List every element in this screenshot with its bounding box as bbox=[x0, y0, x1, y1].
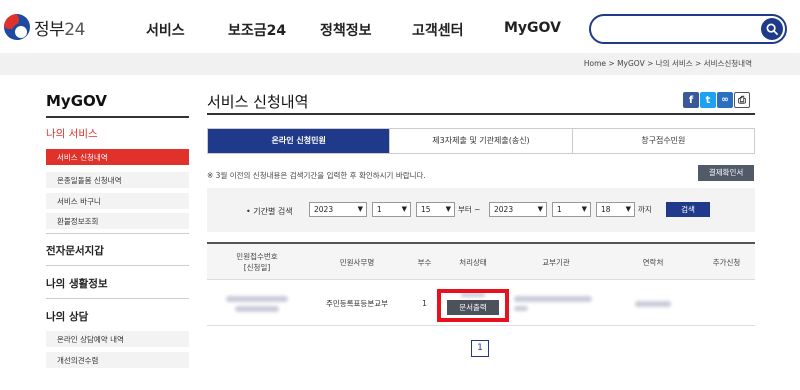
contact-cell bbox=[608, 281, 698, 326]
chevron-down-icon: ▼ bbox=[357, 205, 363, 213]
nav-services[interactable]: 서비스 bbox=[146, 20, 185, 40]
payment-confirmation-button[interactable]: 결제확인서 bbox=[698, 165, 754, 181]
sidebar-title: MyGOV bbox=[46, 92, 107, 110]
site-logo[interactable]: 정부24 bbox=[4, 12, 85, 42]
divider bbox=[46, 298, 189, 299]
from-month-select[interactable]: 1 ▼ bbox=[372, 202, 411, 217]
search-submit-button[interactable]: 검색 bbox=[666, 202, 710, 217]
divider bbox=[46, 233, 189, 234]
highlight-box bbox=[437, 289, 509, 322]
nav-customer-center[interactable]: 고객센터 bbox=[412, 20, 464, 40]
col-copies: 부수 bbox=[417, 257, 432, 267]
sidebar-section-life-info[interactable]: 나의 생활정보 bbox=[46, 276, 108, 291]
chevron-down-icon: ▼ bbox=[537, 205, 543, 213]
sidebar-item-consult-reservation[interactable]: 온라인 상담예약 내역 bbox=[46, 331, 189, 348]
col-service-name: 민원사무명 bbox=[339, 257, 375, 267]
page-title: 서비스 신청내역 bbox=[207, 93, 309, 111]
sidebar-item-service-history[interactable]: 서비스 신청내역 bbox=[46, 149, 189, 166]
col-additional: 추가신청 bbox=[712, 257, 741, 267]
facebook-share-icon[interactable]: f bbox=[683, 92, 699, 108]
col-contact: 연락처 bbox=[642, 257, 664, 267]
chevron-down-icon: ▼ bbox=[445, 205, 451, 213]
sidebar-item-feedback[interactable]: 개선의견수렴 bbox=[46, 352, 189, 369]
col-issuing-agency: 교부기관 bbox=[542, 257, 570, 267]
print-icon[interactable]: ⎙ bbox=[734, 92, 750, 108]
col-status: 처리상태 bbox=[459, 257, 487, 267]
breadcrumb-bar: Home > MyGOV > 나의 서비스 > 서비스신청내역 bbox=[0, 53, 800, 75]
logo-mark-icon bbox=[4, 14, 30, 40]
sidebar-item-service-basket[interactable]: 서비스 바구니 bbox=[46, 193, 189, 210]
notice-text: ※ 3월 이전의 신청내용은 검색기간을 입력한 후 확인하시기 바랍니다. bbox=[207, 171, 426, 180]
chevron-down-icon: ▼ bbox=[401, 205, 407, 213]
sidebar-item-refund[interactable]: 환불정보조회 bbox=[46, 213, 189, 230]
twitter-share-icon[interactable]: t bbox=[700, 92, 716, 108]
to-day-select[interactable]: 18 ▼ bbox=[596, 202, 635, 217]
divider bbox=[46, 265, 189, 266]
link-copy-icon[interactable]: ∞ bbox=[717, 92, 733, 108]
table-header: 민원접수번호 [신청일] 민원사무명 부수 처리상태 교부기관 연락처 추가신청 bbox=[207, 244, 755, 280]
search-button[interactable] bbox=[761, 18, 783, 40]
additional-cell bbox=[698, 281, 755, 326]
chevron-down-icon: ▼ bbox=[625, 205, 631, 213]
search-icon bbox=[766, 23, 778, 35]
search-input[interactable] bbox=[589, 14, 787, 44]
site-header: 정부24 서비스 보조금24 정책정보 고객센터 MyGOV bbox=[0, 0, 800, 56]
period-search-label: • 기간별 검색 bbox=[246, 207, 293, 216]
chevron-down-icon: ▼ bbox=[581, 205, 587, 213]
nav-mygov[interactable]: MyGOV bbox=[504, 20, 561, 36]
pagination-page-1[interactable]: 1 bbox=[471, 340, 489, 357]
sidebar-section-e-wallet[interactable]: 전자문서지갑 bbox=[46, 243, 104, 258]
to-month-select[interactable]: 1 ▼ bbox=[552, 202, 591, 217]
breadcrumb[interactable]: Home > MyGOV > 나의 서비스 > 서비스신청내역 bbox=[584, 58, 752, 69]
sidebar-section-consult[interactable]: 나의 상담 bbox=[46, 309, 88, 324]
issuing-agency-cell bbox=[504, 281, 608, 326]
sidebar-section-my-services[interactable]: 나의 서비스 bbox=[46, 126, 98, 141]
sidebar-title-rule bbox=[46, 116, 189, 118]
from-day-select[interactable]: 15 ▼ bbox=[416, 202, 455, 217]
receipt-number-cell bbox=[207, 281, 307, 326]
tab-counter-applications[interactable]: 창구접수민원 bbox=[571, 129, 754, 153]
tab-bar: 온라인 신청민원 제3자제출 및 기관제출(송신) 창구접수민원 bbox=[207, 128, 755, 154]
nav-subsidy24[interactable]: 보조금24 bbox=[228, 20, 286, 40]
sidebar-item-allday-care[interactable]: 온종일돌봄 신청내역 bbox=[46, 172, 189, 189]
nav-policy-info[interactable]: 정책정보 bbox=[320, 20, 372, 40]
to-suffix: 까지 bbox=[638, 205, 652, 214]
title-rule bbox=[207, 113, 755, 115]
tab-online-applications[interactable]: 온라인 신청민원 bbox=[208, 129, 390, 153]
to-year-select[interactable]: 2023 ▼ bbox=[489, 202, 547, 217]
service-name-cell[interactable]: 주민등록표등본교부 bbox=[307, 281, 407, 326]
from-suffix: 부터 ~ bbox=[458, 205, 481, 214]
from-year-select[interactable]: 2023 ▼ bbox=[309, 202, 367, 217]
tab-third-party-submission[interactable]: 제3자제출 및 기관제출(송신) bbox=[389, 129, 571, 153]
col-receipt-number: 민원접수번호 [신청일] bbox=[236, 252, 278, 272]
